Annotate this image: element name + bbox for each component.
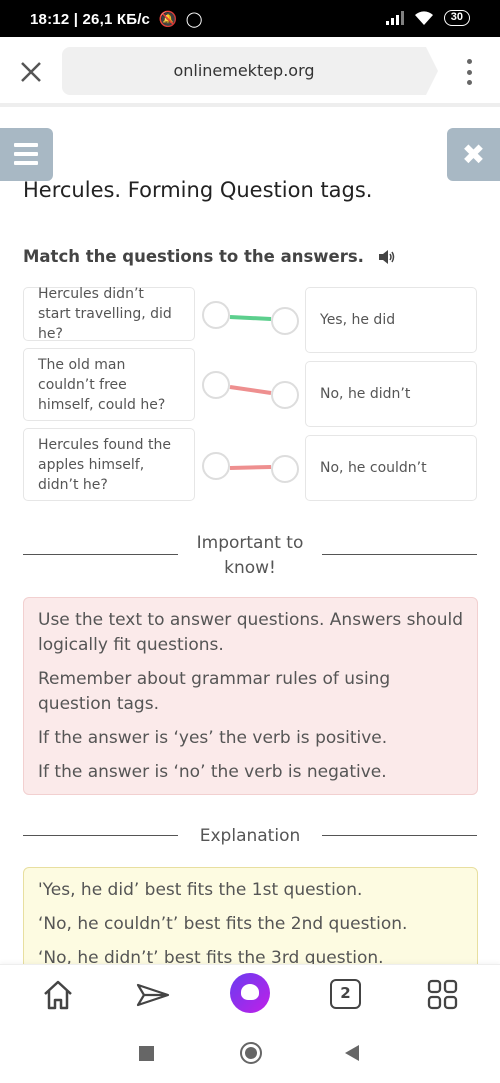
- close-icon: ✖: [461, 138, 486, 171]
- instruction-text: Match the questions to the answers.: [23, 247, 364, 266]
- question-card-2[interactable]: The old man couldn’t free himself, could…: [23, 348, 195, 421]
- home-icon[interactable]: [41, 979, 75, 1011]
- question-node-2[interactable]: [202, 371, 230, 399]
- answer-text: No, he couldn’t: [320, 460, 427, 476]
- browser-bar: onlinemektep.org: [0, 37, 500, 107]
- important-item: Use the text to answer questions. Answer…: [38, 610, 463, 655]
- close-lesson-button[interactable]: ✖: [447, 128, 500, 181]
- match-line-correct: [229, 315, 272, 321]
- menu-button[interactable]: [0, 128, 53, 181]
- close-tab-icon[interactable]: [18, 59, 44, 85]
- question-text: Hercules found the apples himself, didn’…: [38, 436, 171, 493]
- address-bar[interactable]: onlinemektep.org: [62, 47, 438, 95]
- browser-bottom-nav: 2: [0, 964, 500, 1020]
- page-title: Hercules. Forming Question tags.: [23, 178, 373, 202]
- important-item: If the answer is ‘no’ the verb is negati…: [38, 762, 387, 782]
- wifi-icon: [414, 10, 434, 26]
- apps-grid-icon[interactable]: [426, 979, 460, 1011]
- instruction: Match the questions to the answers.: [23, 247, 396, 266]
- answer-node-3[interactable]: [271, 455, 299, 483]
- important-item: Remember about grammar rules of using qu…: [38, 669, 391, 714]
- status-left: 18:12 | 26,1 КБ/с 🔕 ◯: [30, 10, 203, 28]
- recent-apps-icon[interactable]: [139, 1046, 154, 1061]
- tabs-button[interactable]: 2: [330, 979, 361, 1009]
- signal-icon: [385, 11, 404, 25]
- question-card-1[interactable]: Hercules didn’t start travelling, did he…: [23, 286, 195, 342]
- time-and-speed: 18:12 | 26,1 КБ/с: [30, 11, 151, 28]
- question-card-3[interactable]: Hercules found the apples himself, didn’…: [23, 428, 195, 501]
- answer-text: Yes, he did: [320, 312, 396, 328]
- answer-node-1[interactable]: [271, 307, 299, 335]
- url-text: onlinemektep.org: [173, 61, 315, 80]
- answer-node-2[interactable]: [271, 381, 299, 409]
- answer-text: No, he didn’t: [320, 386, 411, 402]
- more-menu-icon[interactable]: [467, 59, 473, 85]
- status-bar: 18:12 | 26,1 КБ/с 🔕 ◯ 30: [0, 0, 500, 37]
- explanation-item: ‘No, he couldn’t’ best fits the 2nd ques…: [38, 914, 408, 934]
- question-text: Hercules didn’t start travelling, did he…: [38, 286, 172, 342]
- match-line-incorrect: [229, 465, 272, 470]
- explanation-item: 'Yes, he did’ best fits the 1st question…: [38, 880, 363, 900]
- question-text: The old man couldn’t free himself, could…: [38, 356, 166, 413]
- status-right: 30: [385, 10, 470, 26]
- send-icon[interactable]: [136, 979, 170, 1011]
- answer-card-3[interactable]: No, he couldn’t: [305, 435, 477, 501]
- speaker-icon[interactable]: [378, 249, 396, 265]
- answer-card-2[interactable]: No, he didn’t: [305, 361, 477, 427]
- important-box: Use the text to answer questions. Answer…: [23, 597, 478, 795]
- important-item: If the answer is ‘yes’ the verb is posit…: [38, 728, 388, 748]
- home-system-icon[interactable]: [240, 1042, 262, 1064]
- hamburger-icon: [14, 143, 38, 147]
- battery-icon: 30: [443, 10, 470, 26]
- answer-card-1[interactable]: Yes, he did: [305, 287, 477, 353]
- system-nav-bar: [0, 1020, 500, 1083]
- whatsapp-icon: ◯: [185, 11, 203, 28]
- important-heading: Important to know!: [196, 533, 304, 578]
- explanation-heading: Explanation: [199, 826, 301, 846]
- mute-bell-icon: 🔕: [158, 11, 178, 28]
- match-line-incorrect: [229, 385, 272, 395]
- question-node-1[interactable]: [202, 301, 230, 329]
- alice-assistant-icon[interactable]: [230, 973, 270, 1013]
- question-node-3[interactable]: [202, 452, 230, 480]
- back-icon[interactable]: [345, 1045, 359, 1061]
